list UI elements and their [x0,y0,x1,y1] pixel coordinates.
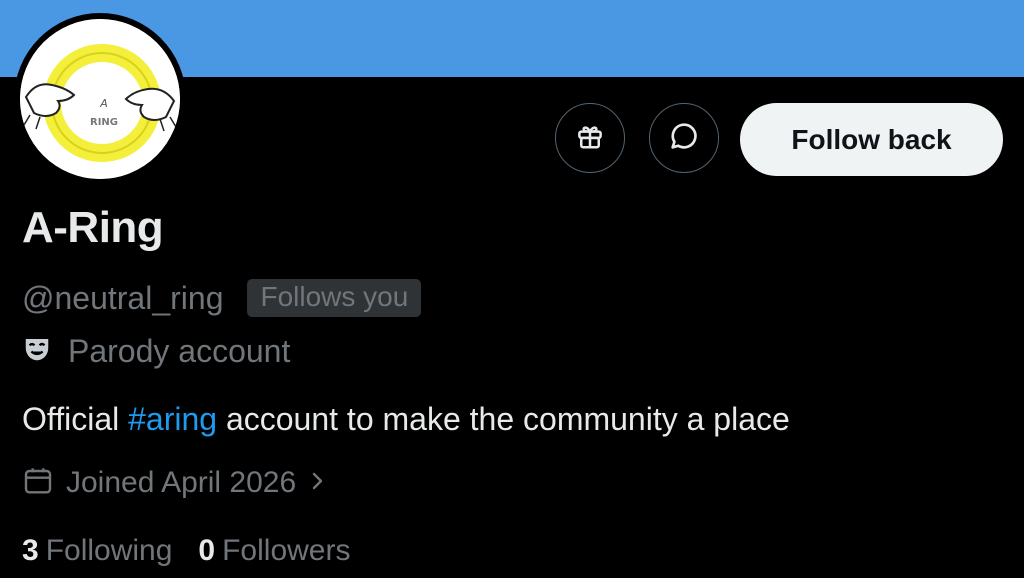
following-link[interactable]: 3 Following [22,534,172,568]
follows-you-badge: Follows you [247,279,422,317]
followers-label: Followers [222,534,351,567]
gift-icon [575,121,605,155]
avatar-text-bottom: RING [90,117,118,128]
parody-mask-icon [22,334,52,368]
avatar-image: A RING [20,19,180,179]
avatar-ring-logo: A RING [20,19,180,179]
follow-stats: 3 Following 0 Followers [22,530,350,572]
message-button[interactable] [649,103,719,173]
profile-bio: Official #aring account to make the comm… [22,401,790,438]
bio-suffix: account to make the community a place [217,401,790,437]
followers-count: 0 [198,534,216,567]
joined-date-row[interactable]: Joined April 2026 [22,462,326,504]
calendar-icon [22,465,54,501]
followers-link[interactable]: 0 Followers [198,534,350,568]
profile-name: A-Ring [22,203,164,252]
handle-row: @neutral_ring Follows you [22,276,422,320]
profile-handle: @neutral_ring [22,279,224,316]
avatar-text-top: A [99,97,108,110]
message-icon [668,120,700,156]
following-count: 3 [22,534,39,567]
profile-avatar[interactable]: A RING [14,13,186,185]
bio-prefix: Official [22,401,129,437]
parody-account-label: Parody account [22,330,290,372]
follow-back-button[interactable]: Follow back [740,103,1003,176]
joined-date-text: Joined April 2026 [66,466,297,499]
chevron-right-icon [310,469,326,497]
parody-account-text: Parody account [68,332,291,369]
following-label: Following [45,534,173,567]
bio-hashtag-link[interactable]: #aring [128,401,217,437]
gift-button[interactable] [555,103,625,173]
